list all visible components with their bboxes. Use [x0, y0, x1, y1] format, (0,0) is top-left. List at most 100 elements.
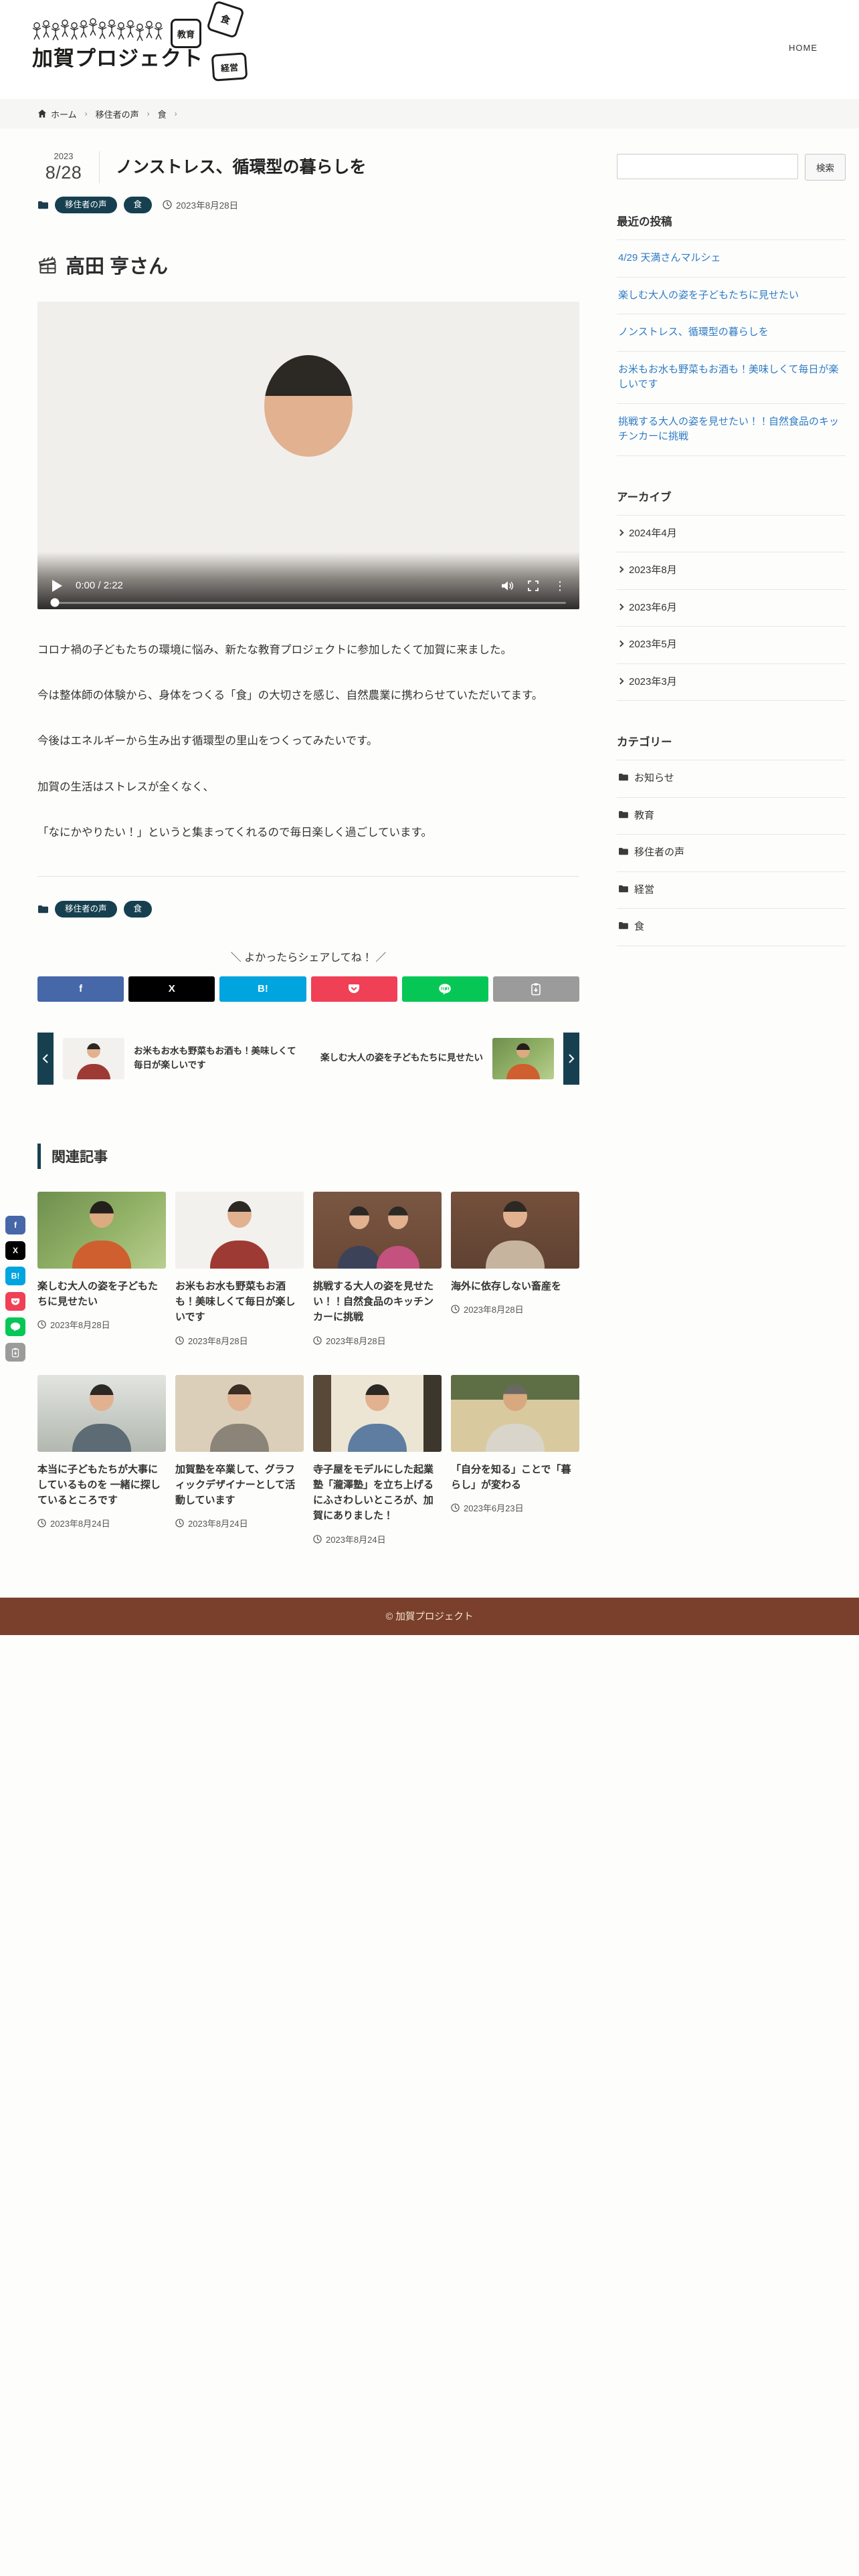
breadcrumb-category-link[interactable]: 移住者の声: [96, 108, 139, 120]
chevron-right-icon: [617, 529, 624, 536]
archive-link[interactable]: 2024年4月: [617, 516, 846, 552]
breadcrumb-home-link[interactable]: ホーム: [37, 108, 77, 120]
fullscreen-icon[interactable]: [527, 580, 539, 592]
archive-link[interactable]: 2023年6月: [617, 590, 846, 627]
related-post-title: 加賀塾を卒業して、グラフィックデザイナーとして活動しています: [175, 1463, 296, 1507]
related-post-thumbnail: [313, 1374, 442, 1452]
folder-icon: [619, 922, 628, 930]
list-item: お米もお水も野菜もお酒も！美味しくて毎日が楽しいです: [617, 352, 846, 404]
category-pill-food[interactable]: 食: [123, 197, 153, 213]
video-player[interactable]: 0:00 / 2:22 ⋮: [37, 301, 579, 609]
x-icon: X: [168, 983, 175, 995]
share-hatena-button[interactable]: B!: [5, 1267, 25, 1285]
related-post-date: 2023年8月28日: [175, 1334, 304, 1347]
share-pocket-button[interactable]: [5, 1292, 25, 1311]
page: 加賀プロジェクト 教育 食 経営 HOME ホーム › 移住者の声 › 食 › …: [0, 0, 859, 2576]
volume-icon[interactable]: [500, 580, 514, 592]
list-item: 移住者の声: [617, 835, 846, 872]
prev-post-link[interactable]: お米もお水も野菜もお酒も！美味しくて毎日が楽しいです: [37, 1032, 308, 1085]
video-menu-icon[interactable]: ⋮: [553, 580, 567, 592]
breadcrumb: ホーム › 移住者の声 › 食 ›: [0, 99, 859, 128]
related-post-card[interactable]: お米もお水も野菜もお酒も！美味しくて毎日が楽しいです 2023年8月28日: [175, 1191, 304, 1347]
list-item: 食: [617, 909, 846, 946]
line-icon: [439, 984, 452, 995]
related-post-card[interactable]: 挑戦する大人の姿を見せたい！！自然食品のキッチンカーに挑戦 2023年8月28日: [313, 1191, 442, 1347]
related-post-card[interactable]: 楽しむ大人の姿を子どもたちに見せたい 2023年8月28日: [37, 1191, 166, 1347]
related-post-date: 2023年8月28日: [37, 1318, 166, 1331]
clock-icon: [313, 1535, 322, 1543]
related-post-card[interactable]: 海外に依存しない畜産を 2023年8月28日: [451, 1191, 579, 1347]
clipboard-icon: [531, 983, 541, 996]
tag-pill-food[interactable]: 食: [123, 901, 153, 918]
share-x-button[interactable]: X: [5, 1241, 25, 1260]
play-button[interactable]: [52, 579, 62, 592]
person-heading-text: 高田 亨さん: [66, 255, 169, 278]
post-tags-row: 移住者の声 食: [37, 901, 579, 918]
related-post-title: 挑戦する大人の姿を見せたい！！自然食品のキッチンカーに挑戦: [313, 1280, 434, 1323]
related-post-card[interactable]: 「自分を知る」ことで「暮らし」が変わる 2023年6月23日: [451, 1374, 579, 1545]
list-item: 教育: [617, 798, 846, 835]
related-post-card[interactable]: 加賀塾を卒業して、グラフィックデザイナーとして活動しています 2023年8月24…: [175, 1374, 304, 1545]
related-post-card[interactable]: 本当に子どもたちが大事にしているものを 一緒に探しているところです 2023年8…: [37, 1374, 166, 1545]
archive-heading: アーカイブ: [617, 491, 672, 504]
related-post-card[interactable]: 寺子屋をモデルにした起業塾「瀧澤塾」を立ち上げるにふさわしいところが、加賀にあり…: [313, 1374, 442, 1545]
folder-icon: [619, 773, 628, 781]
share-hatena-button[interactable]: B!: [219, 976, 306, 1002]
post-article: 2023 8/28 ノンストレス、循環型の暮らしを 移住者の声 食 2023年8…: [37, 151, 580, 1545]
x-icon: X: [12, 1246, 18, 1255]
recent-posts-heading: 最近の投稿: [617, 216, 672, 228]
category-link[interactable]: 食: [617, 909, 846, 946]
recent-post-link[interactable]: ノンストレス、循環型の暮らしを: [617, 314, 846, 351]
recent-post-link[interactable]: 挑戦する大人の姿を見せたい！！自然食品のキッチンカーに挑戦: [617, 404, 846, 455]
folder-icon: [38, 201, 48, 209]
recent-post-link[interactable]: 4/29 天満さんマルシェ: [617, 240, 846, 277]
share-copy-button[interactable]: [492, 976, 580, 1002]
related-post-title: お米もお水も野菜もお酒も！美味しくて毎日が楽しいです: [175, 1280, 296, 1323]
recent-post-link[interactable]: お米もお水も野菜もお酒も！美味しくて毎日が楽しいです: [617, 352, 846, 403]
category-pill-voice[interactable]: 移住者の声: [55, 197, 117, 213]
search-input[interactable]: [617, 154, 798, 179]
video-progress-knob[interactable]: [50, 598, 60, 607]
post-published-date: 2023年8月28日: [163, 198, 238, 211]
share-x-button[interactable]: X: [128, 976, 215, 1002]
breadcrumb-home-label: ホーム: [51, 109, 77, 120]
search-button[interactable]: 検索: [805, 154, 846, 181]
category-link[interactable]: お知らせ: [617, 760, 846, 797]
site-logo-link[interactable]: 加賀プロジェクト 教育 食 経営: [12, 0, 260, 95]
next-post-title: 楽しむ大人の姿を子どもたちに見せたい: [320, 1053, 483, 1063]
breadcrumb-separator: ›: [84, 109, 88, 118]
categories-section: カテゴリー お知らせ 教育 移住者の声 経営 食: [617, 733, 846, 946]
next-post-link[interactable]: 楽しむ大人の姿を子どもたちに見せたい: [308, 1032, 579, 1085]
tag-pill-voice[interactable]: 移住者の声: [55, 901, 117, 918]
share-facebook-button[interactable]: f: [37, 976, 124, 1002]
video-progress-bar[interactable]: [50, 598, 566, 607]
share-facebook-button[interactable]: f: [5, 1216, 25, 1235]
category-link[interactable]: 教育: [617, 798, 846, 835]
divider: [37, 876, 579, 877]
list-item: 2023年3月: [617, 664, 846, 701]
site-footer: © 加賀プロジェクト: [0, 1597, 859, 1635]
archive-link[interactable]: 2023年5月: [617, 627, 846, 663]
breadcrumb-subcategory-link[interactable]: 食: [158, 108, 167, 120]
category-link[interactable]: 移住者の声: [617, 835, 846, 871]
archive-link[interactable]: 2023年8月: [617, 552, 846, 589]
clock-icon: [37, 1320, 46, 1329]
list-item: 2023年8月: [617, 552, 846, 590]
share-copy-button[interactable]: [5, 1343, 25, 1362]
next-post-thumbnail: [492, 1037, 554, 1079]
share-pocket-button[interactable]: [310, 976, 397, 1002]
paragraph: 今は整体師の体験から、身体をつくる「食」の大切さを感じ、自然農業に携わらせていた…: [37, 689, 543, 702]
related-heading: 関連記事: [37, 1143, 579, 1169]
related-post-date: 2023年8月24日: [37, 1517, 166, 1529]
archive-link[interactable]: 2023年3月: [617, 664, 846, 701]
copyright-text: © 加賀プロジェクト: [385, 1612, 474, 1623]
share-heading: ＼ よかったらシェアしてね！ ／: [230, 952, 387, 964]
post-date-year: 2023: [54, 151, 74, 161]
nav-home-link[interactable]: HOME: [789, 43, 818, 53]
related-post-thumbnail: [175, 1191, 304, 1269]
share-line-button[interactable]: [401, 976, 488, 1002]
share-line-button[interactable]: [5, 1317, 25, 1336]
category-link[interactable]: 経営: [617, 872, 846, 909]
recent-post-link[interactable]: 楽しむ大人の姿を子どもたちに見せたい: [617, 278, 846, 314]
pocket-icon: [11, 1298, 20, 1305]
